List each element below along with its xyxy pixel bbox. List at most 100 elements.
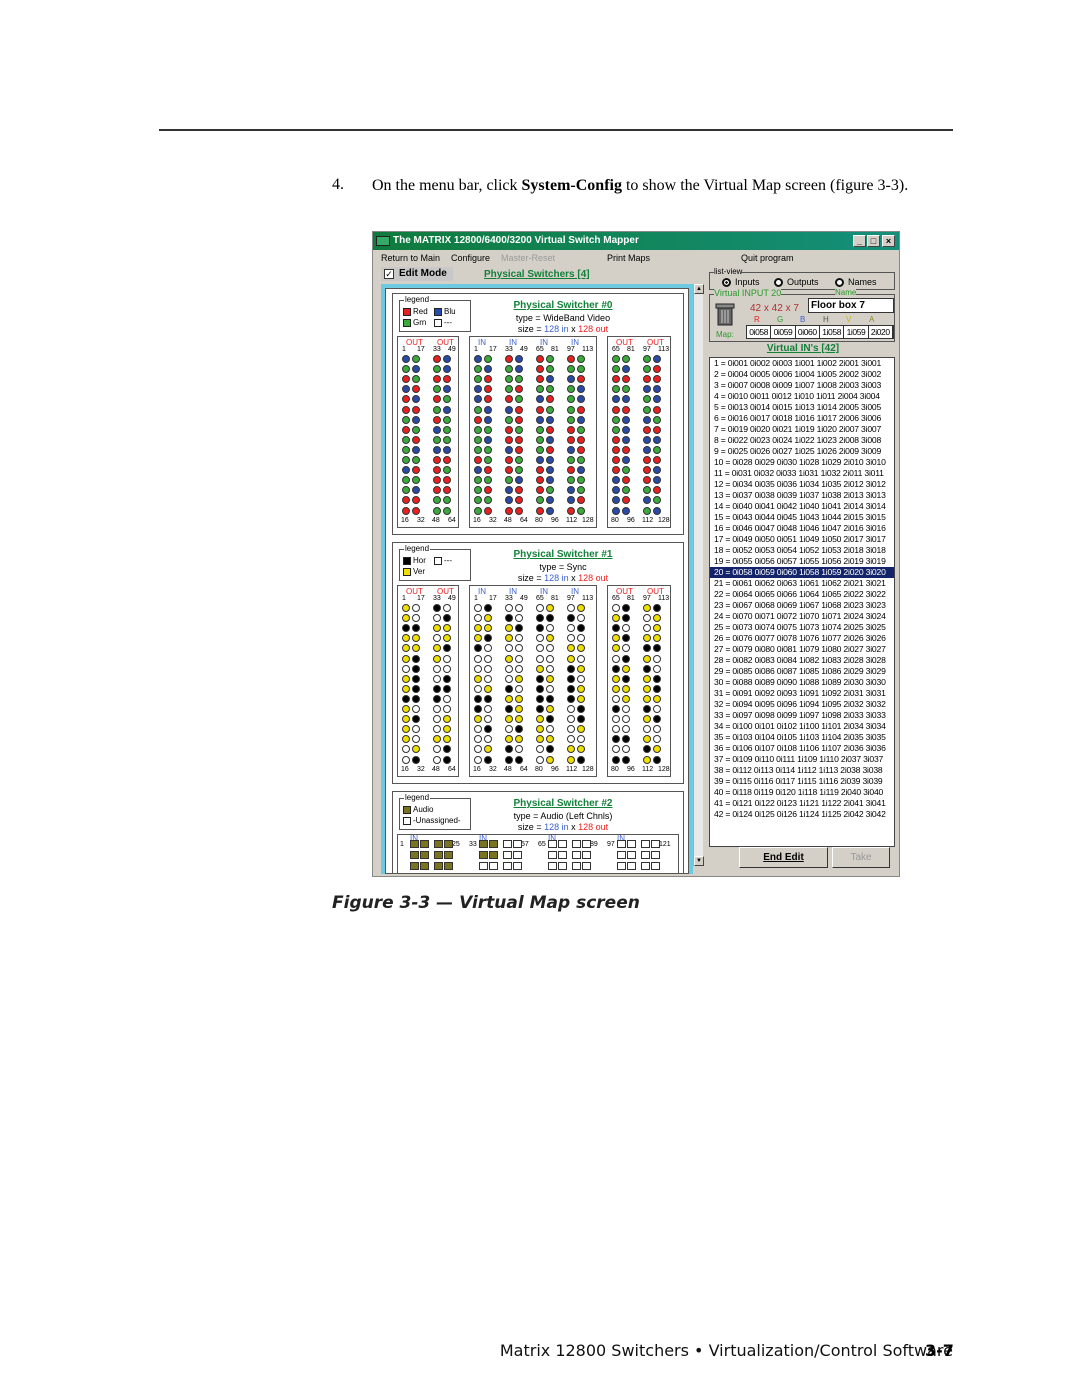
crosspoint-dot[interactable] <box>546 715 554 724</box>
crosspoint-dot[interactable] <box>653 735 661 744</box>
vertical-scrollbar[interactable]: ▲ ▼ <box>693 284 704 866</box>
crosspoint-dot[interactable] <box>536 654 544 663</box>
crosspoint-dot[interactable] <box>643 755 651 764</box>
crosspoint-dot[interactable] <box>484 476 492 485</box>
crosspoint-dot[interactable] <box>443 405 451 414</box>
crosspoint-dot[interactable] <box>653 715 661 724</box>
crosspoint-dot[interactable] <box>402 375 410 384</box>
edit-mode-checkbox[interactable]: ✓ <box>384 269 394 279</box>
crosspoint-dot[interactable] <box>443 506 451 515</box>
crosspoint-dot[interactable] <box>402 735 410 744</box>
crosspoint-dot[interactable] <box>536 644 544 653</box>
crosspoint-dot[interactable] <box>653 445 661 454</box>
map-value-cell[interactable]: 1i058 <box>820 326 845 338</box>
audio-crosspoint[interactable] <box>572 851 581 859</box>
crosspoint-dot[interactable] <box>515 725 523 734</box>
crosspoint-dot[interactable] <box>433 405 441 414</box>
crosspoint-dot[interactable] <box>412 435 420 444</box>
audio-crosspoint[interactable] <box>434 851 443 859</box>
crosspoint-dot[interactable] <box>505 634 513 643</box>
crosspoint-dot[interactable] <box>443 684 451 693</box>
crosspoint-dot[interactable] <box>402 674 410 683</box>
crosspoint-dot[interactable] <box>484 735 492 744</box>
crosspoint-dot[interactable] <box>577 634 585 643</box>
crosspoint-dot[interactable] <box>643 395 651 404</box>
crosspoint-dot[interactable] <box>402 705 410 713</box>
radio-inputs[interactable] <box>722 278 731 287</box>
crosspoint-dot[interactable] <box>567 715 575 724</box>
crosspoint-dot[interactable] <box>474 476 482 485</box>
crosspoint-dot[interactable] <box>546 425 554 434</box>
crosspoint-dot[interactable] <box>484 385 492 394</box>
crosspoint-dot[interactable] <box>402 425 410 434</box>
crosspoint-dot[interactable] <box>402 624 410 633</box>
crosspoint-dot[interactable] <box>643 456 651 464</box>
crosspoint-dot[interactable] <box>622 705 630 713</box>
audio-crosspoint[interactable] <box>420 851 429 859</box>
crosspoint-dot[interactable] <box>622 425 630 434</box>
audio-crosspoint[interactable] <box>548 840 557 848</box>
crosspoint-dot[interactable] <box>536 604 544 612</box>
crosspoint-dot[interactable] <box>515 506 523 515</box>
crosspoint-dot[interactable] <box>536 435 544 444</box>
crosspoint-dot[interactable] <box>567 435 575 444</box>
crosspoint-dot[interactable] <box>433 506 441 515</box>
crosspoint-dot[interactable] <box>412 705 420 713</box>
audio-crosspoint[interactable] <box>641 862 650 870</box>
crosspoint-dot[interactable] <box>612 425 620 434</box>
switcher-title-link[interactable]: Physical Switcher #1 <box>453 549 673 560</box>
crosspoint-dot[interactable] <box>433 425 441 434</box>
crosspoint-dot[interactable] <box>567 405 575 414</box>
crosspoint-dot[interactable] <box>546 365 554 374</box>
crosspoint-dot[interactable] <box>622 614 630 623</box>
virtual-in-row[interactable]: 20 = 0i058 0i059 0i060 1i058 1i059 2i020… <box>710 567 894 578</box>
crosspoint-dot[interactable] <box>515 466 523 475</box>
crosspoint-dot[interactable] <box>412 725 420 734</box>
crosspoint-dot[interactable] <box>433 365 441 374</box>
virtual-in-row[interactable]: 19 = 0i055 0i056 0i057 1i055 1i056 2i019… <box>710 556 894 567</box>
crosspoint-dot[interactable] <box>567 456 575 464</box>
audio-crosspoint[interactable] <box>582 851 591 859</box>
crosspoint-dot[interactable] <box>443 654 451 663</box>
crosspoint-dot[interactable] <box>505 375 513 384</box>
crosspoint-dot[interactable] <box>505 395 513 404</box>
virtual-in-row[interactable]: 10 = 0i028 0i029 0i030 1i028 1i029 2i010… <box>710 457 894 468</box>
crosspoint-dot[interactable] <box>484 435 492 444</box>
crosspoint-dot[interactable] <box>536 476 544 485</box>
radio-names[interactable] <box>835 278 844 287</box>
crosspoint-dot[interactable] <box>484 664 492 673</box>
crosspoint-dot[interactable] <box>505 365 513 374</box>
audio-crosspoint[interactable] <box>489 851 498 859</box>
crosspoint-dot[interactable] <box>653 755 661 764</box>
virtual-in-row[interactable]: 5 = 0i013 0i014 0i015 1i013 1i014 2i005 … <box>710 402 894 413</box>
crosspoint-dot[interactable] <box>546 674 554 683</box>
virtual-in-row[interactable]: 11 = 0i031 0i032 0i033 1i031 1i032 2i011… <box>710 468 894 479</box>
crosspoint-dot[interactable] <box>443 486 451 495</box>
crosspoint-dot[interactable] <box>474 725 482 734</box>
crosspoint-dot[interactable] <box>433 415 441 424</box>
crosspoint-dot[interactable] <box>433 644 441 653</box>
crosspoint-dot[interactable] <box>484 634 492 643</box>
crosspoint-dot[interactable] <box>622 725 630 734</box>
crosspoint-dot[interactable] <box>474 435 482 444</box>
virtual-ins-list[interactable]: 1 = 0i001 0i002 0i003 1i001 1i002 2i001 … <box>709 357 895 847</box>
crosspoint-dot[interactable] <box>412 614 420 623</box>
crosspoint-dot[interactable] <box>536 664 544 673</box>
crosspoint-dot[interactable] <box>474 614 482 623</box>
crosspoint-dot[interactable] <box>546 445 554 454</box>
crosspoint-dot[interactable] <box>443 664 451 673</box>
crosspoint-dot[interactable] <box>474 654 482 663</box>
crosspoint-dot[interactable] <box>653 385 661 394</box>
crosspoint-dot[interactable] <box>622 624 630 633</box>
map-value-cell[interactable]: 1i059 <box>844 326 869 338</box>
crosspoint-dot[interactable] <box>577 614 585 623</box>
scroll-up-arrow-icon[interactable]: ▲ <box>694 284 704 294</box>
crosspoint-dot[interactable] <box>546 705 554 713</box>
crosspoint-dot[interactable] <box>443 705 451 713</box>
crosspoint-dot[interactable] <box>505 415 513 424</box>
crosspoint-dot[interactable] <box>484 395 492 404</box>
crosspoint-dot[interactable] <box>612 445 620 454</box>
crosspoint-dot[interactable] <box>433 486 441 495</box>
menu-configure[interactable]: Configure <box>451 251 490 265</box>
switcher-title-link[interactable]: Physical Switcher #2 <box>453 798 673 809</box>
